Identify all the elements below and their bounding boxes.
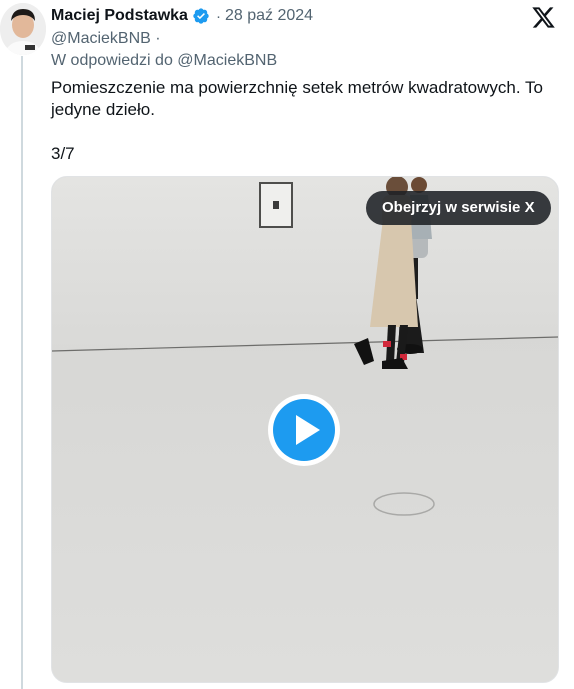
header-separator: · [215, 7, 221, 25]
reply-handle[interactable]: @MaciekBNB [177, 52, 277, 69]
tweet-header: Maciej Podstawka · 28 paź 2024 [51, 6, 313, 26]
author-handle[interactable]: @MaciekBNB · [51, 30, 161, 48]
tweet-text: Pomieszczenie ma powierzchnię setek metr… [51, 77, 551, 165]
x-logo-icon[interactable] [531, 5, 556, 30]
watch-on-x-button[interactable]: Obejrzyj w serwisie X [366, 191, 551, 225]
reply-context: W odpowiedzi do @MaciekBNB [51, 52, 277, 70]
reply-prefix: W odpowiedzi do [51, 52, 173, 69]
handle-text[interactable]: @MaciekBNB [51, 30, 151, 47]
tweet-text-line: jedyne dzieło. [51, 100, 155, 119]
tweet-date[interactable]: 28 paź 2024 [225, 7, 313, 25]
play-icon [273, 399, 335, 461]
tweet-text-line: Pomieszczenie ma powierzchnię setek metr… [51, 78, 543, 97]
author-name[interactable]: Maciej Podstawka [51, 7, 188, 25]
thread-counter: 3/7 [51, 144, 75, 163]
thread-connector-line [21, 56, 23, 689]
video-media[interactable]: Obejrzyj w serwisie X [51, 176, 559, 683]
handle-separator: · [155, 30, 161, 47]
verified-badge-icon [192, 7, 210, 25]
play-button[interactable] [268, 394, 340, 466]
avatar[interactable] [0, 3, 46, 55]
